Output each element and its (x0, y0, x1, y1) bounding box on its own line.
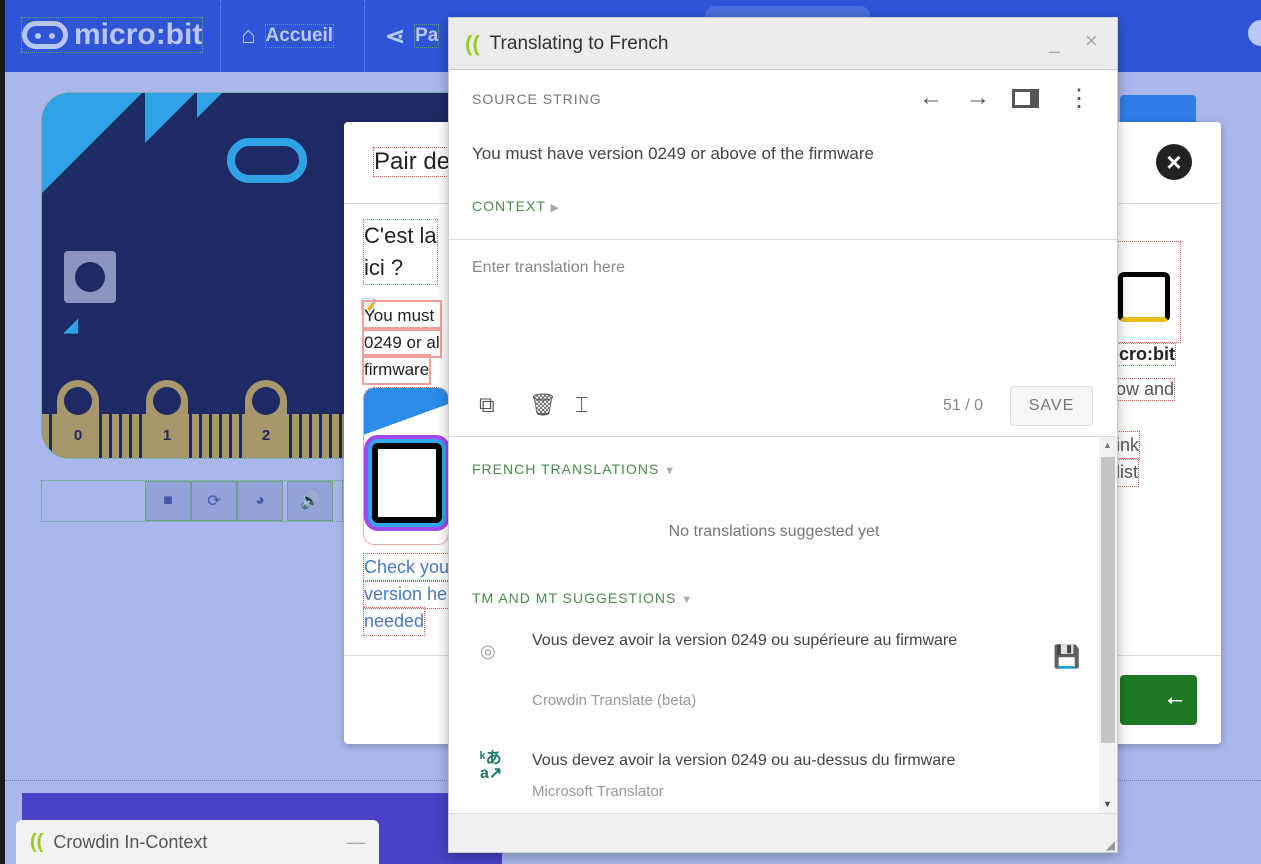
instruction-links[interactable]: ink list (1114, 431, 1141, 487)
microbit-logo-icon (22, 21, 68, 49)
crowdin-panel-title: Crowdin In-Context (53, 831, 208, 852)
crowdin-logo-icon: (( (30, 830, 44, 853)
close-icon[interactable]: × (1156, 144, 1192, 180)
caret-right-icon: ▶ (550, 202, 560, 214)
nav-share-label: Pa (414, 24, 440, 48)
pair-question: C'est la ici ? (363, 219, 438, 285)
pair-usb-button[interactable]: ⭠ (1120, 675, 1197, 725)
background-button (1120, 95, 1196, 125)
microsoft-translator-icon: ᵏあ a↗ (480, 750, 503, 782)
translation-input[interactable] (449, 240, 1117, 386)
crowdin-in-context-panel[interactable]: (( Crowdin In-Context — (16, 820, 379, 864)
nav-share[interactable]: ⋖ Pa (364, 0, 458, 72)
translation-window: (( Translating to French _ × SOURCE STRI… (448, 17, 1118, 853)
crowdin-logo-icon: (( (465, 30, 480, 56)
copy-source-icon[interactable]: ⧉ (479, 392, 495, 418)
suggestion-text: Vous devez avoir la version 0249 ou au-d… (532, 752, 956, 769)
home-icon: ⌂ (241, 22, 256, 49)
close-icon[interactable]: × (1085, 28, 1098, 54)
no-translations-message: No translations suggested yet (668, 523, 880, 540)
toggle-panel-icon[interactable] (1012, 89, 1039, 108)
share-icon: ⋖ (385, 22, 406, 50)
suggestions-panel: FRENCH TRANSLATIONS ▼ No translations su… (449, 437, 1117, 813)
microbit-label: icro:bit (1113, 343, 1176, 366)
suggestion-source: Crowdin Translate (beta) (532, 692, 697, 709)
suggestion-source: Microsoft Translator (532, 783, 664, 800)
slow-motion-icon[interactable]: ◕ (237, 481, 283, 521)
next-arrow-icon[interactable]: → (966, 84, 990, 112)
restart-icon[interactable]: ⟳ (191, 481, 237, 521)
window-title: Translating to French (489, 32, 669, 54)
context-toggle[interactable]: CONTEXT ▶ (472, 198, 560, 214)
microbit-illustration-right (1115, 241, 1181, 343)
board-decoration (42, 93, 142, 193)
firmware-message[interactable]: You must 0249 or al firmware (361, 300, 442, 385)
pin-1[interactable]: 1 (146, 380, 188, 458)
translation-window-titlebar[interactable]: (( Translating to French (449, 18, 1117, 70)
scrollbar-thumb[interactable] (1101, 457, 1115, 743)
pin-2[interactable]: 2 (245, 380, 287, 458)
text-cursor-icon[interactable]: ⌶ (575, 392, 588, 418)
board-decoration (145, 93, 195, 143)
caret-down-icon: ▼ (681, 594, 694, 606)
microbit-logo[interactable]: micro:bit (20, 17, 204, 53)
logo-text: micro:bit (74, 18, 203, 51)
source-string-text: You must have version 0249 or above of t… (472, 144, 874, 163)
trash-icon[interactable]: 🗑 (529, 392, 557, 418)
previous-arrow-icon[interactable]: ← (919, 84, 943, 112)
save-suggestion-icon[interactable]: 💾 (1053, 644, 1080, 670)
suggestion-item[interactable]: ◎ Vous devez avoir la version 0249 ou su… (449, 627, 1099, 727)
nav-home-label: Accueil (264, 24, 335, 48)
button-a[interactable] (64, 251, 116, 303)
caret-down-icon: ▼ (664, 465, 677, 477)
character-counter: 51 / 0 (943, 397, 984, 414)
microbit-illustration (363, 387, 449, 545)
check-version-link[interactable]: Check you version he needed (362, 553, 451, 636)
board-decoration (197, 93, 222, 118)
source-string-label: SOURCE STRING (472, 91, 602, 107)
nav-home[interactable]: ⌂ Accueil (220, 0, 353, 72)
suggestion-text: Vous devez avoir la version 0249 ou supé… (532, 632, 958, 649)
suggestion-item[interactable]: ᵏあ a↗ Vous devez avoir la version 0249 ou… (449, 747, 1099, 813)
stop-icon[interactable]: ■ (145, 481, 191, 521)
resize-handle-icon[interactable]: ◢ (1106, 838, 1115, 852)
tm-mt-suggestions-toggle[interactable]: TM AND MT SUGGESTIONS ▼ (472, 590, 693, 606)
window-footer: ◢ (449, 813, 1117, 852)
microbit-face-icon (227, 138, 307, 183)
scrollbar[interactable]: ▲ ▼ (1099, 437, 1117, 813)
save-button[interactable]: SAVE (1010, 386, 1093, 426)
usb-icon: ⭠ (1167, 688, 1183, 711)
instruction-text: ow and (1114, 378, 1176, 401)
simulator-controls: ■ ⟳ ◕ 🔊 (41, 480, 343, 522)
window-edge (0, 0, 5, 864)
button-a-label-icon: ◢ (64, 315, 78, 335)
minimize-icon[interactable]: _ (1049, 32, 1060, 55)
sound-icon[interactable]: 🔊 (287, 481, 333, 521)
pin-0[interactable]: 0 (57, 380, 99, 458)
minimize-icon[interactable]: — (347, 832, 365, 853)
more-options-icon[interactable]: ⋮ (1067, 84, 1091, 113)
pair-dialog-title: Pair de (372, 147, 452, 177)
crowdin-translate-icon: ◎ (480, 641, 496, 661)
french-translations-toggle[interactable]: FRENCH TRANSLATIONS ▼ (472, 461, 676, 477)
